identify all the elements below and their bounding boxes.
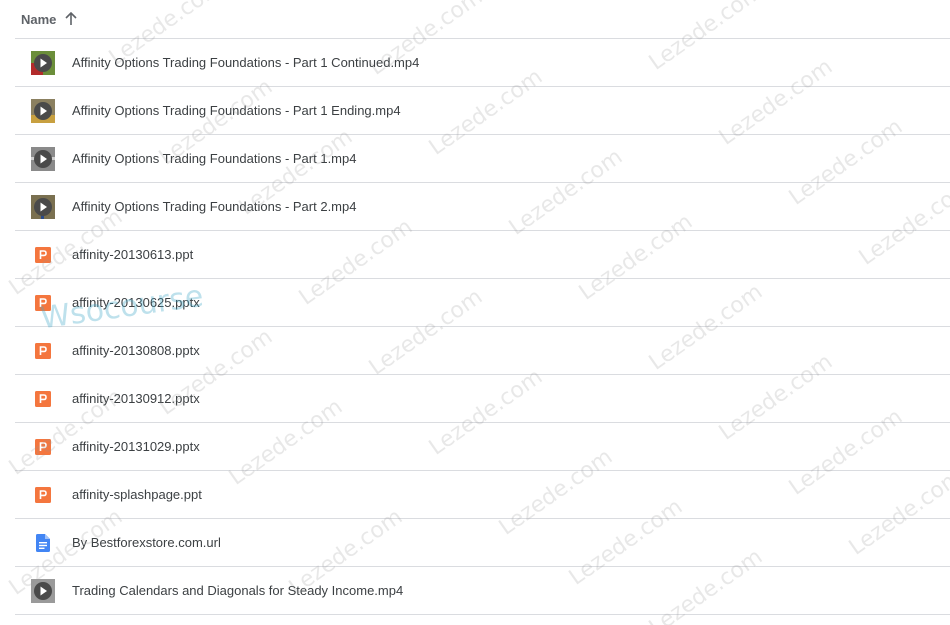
file-name: affinity-20130912.pptx <box>72 391 200 406</box>
powerpoint-icon <box>31 243 55 267</box>
video-icon <box>31 578 55 603</box>
video-icon <box>31 50 55 75</box>
powerpoint-icon <box>31 291 55 315</box>
file-list: Affinity Options Trading Foundations - P… <box>15 39 950 615</box>
list-header: Name <box>15 0 950 39</box>
file-row[interactable]: affinity-20130625.pptx <box>15 279 950 327</box>
file-row[interactable]: Trading Calendars and Diagonals for Stea… <box>15 567 950 615</box>
file-name: Affinity Options Trading Foundations - P… <box>72 103 401 118</box>
video-icon <box>31 194 55 219</box>
file-row[interactable]: Affinity Options Trading Foundations - P… <box>15 87 950 135</box>
file-name: Trading Calendars and Diagonals for Stea… <box>72 583 404 598</box>
video-icon <box>31 98 55 123</box>
powerpoint-icon <box>31 483 55 507</box>
file-name: affinity-20130808.pptx <box>72 343 200 358</box>
sort-by-name-button[interactable]: Name <box>21 12 78 27</box>
file-row[interactable]: Affinity Options Trading Foundations - P… <box>15 39 950 87</box>
file-name: affinity-20131029.pptx <box>72 439 200 454</box>
file-row[interactable]: affinity-20130808.pptx <box>15 327 950 375</box>
powerpoint-icon <box>31 435 55 459</box>
file-row[interactable]: Affinity Options Trading Foundations - P… <box>15 183 950 231</box>
file-row[interactable]: By Bestforexstore.com.url <box>15 519 950 567</box>
file-row[interactable]: affinity-splashpage.ppt <box>15 471 950 519</box>
video-icon <box>31 146 55 171</box>
powerpoint-icon <box>31 387 55 411</box>
file-name: Affinity Options Trading Foundations - P… <box>72 151 357 166</box>
document-icon <box>31 531 55 555</box>
file-row[interactable]: affinity-20131029.pptx <box>15 423 950 471</box>
file-row[interactable]: affinity-20130613.ppt <box>15 231 950 279</box>
file-row[interactable]: affinity-20130912.pptx <box>15 375 950 423</box>
file-name: affinity-splashpage.ppt <box>72 487 202 502</box>
file-name: Affinity Options Trading Foundations - P… <box>72 55 420 70</box>
file-name: By Bestforexstore.com.url <box>72 535 221 550</box>
powerpoint-icon <box>31 339 55 363</box>
file-name: affinity-20130625.pptx <box>72 295 200 310</box>
file-name: Affinity Options Trading Foundations - P… <box>72 199 357 214</box>
file-row[interactable]: Affinity Options Trading Foundations - P… <box>15 135 950 183</box>
file-name: affinity-20130613.ppt <box>72 247 194 262</box>
file-list-page: Name Affinity Options Trading Foundation… <box>0 0 950 625</box>
name-column-label: Name <box>21 11 57 27</box>
arrow-up-icon <box>64 12 78 26</box>
